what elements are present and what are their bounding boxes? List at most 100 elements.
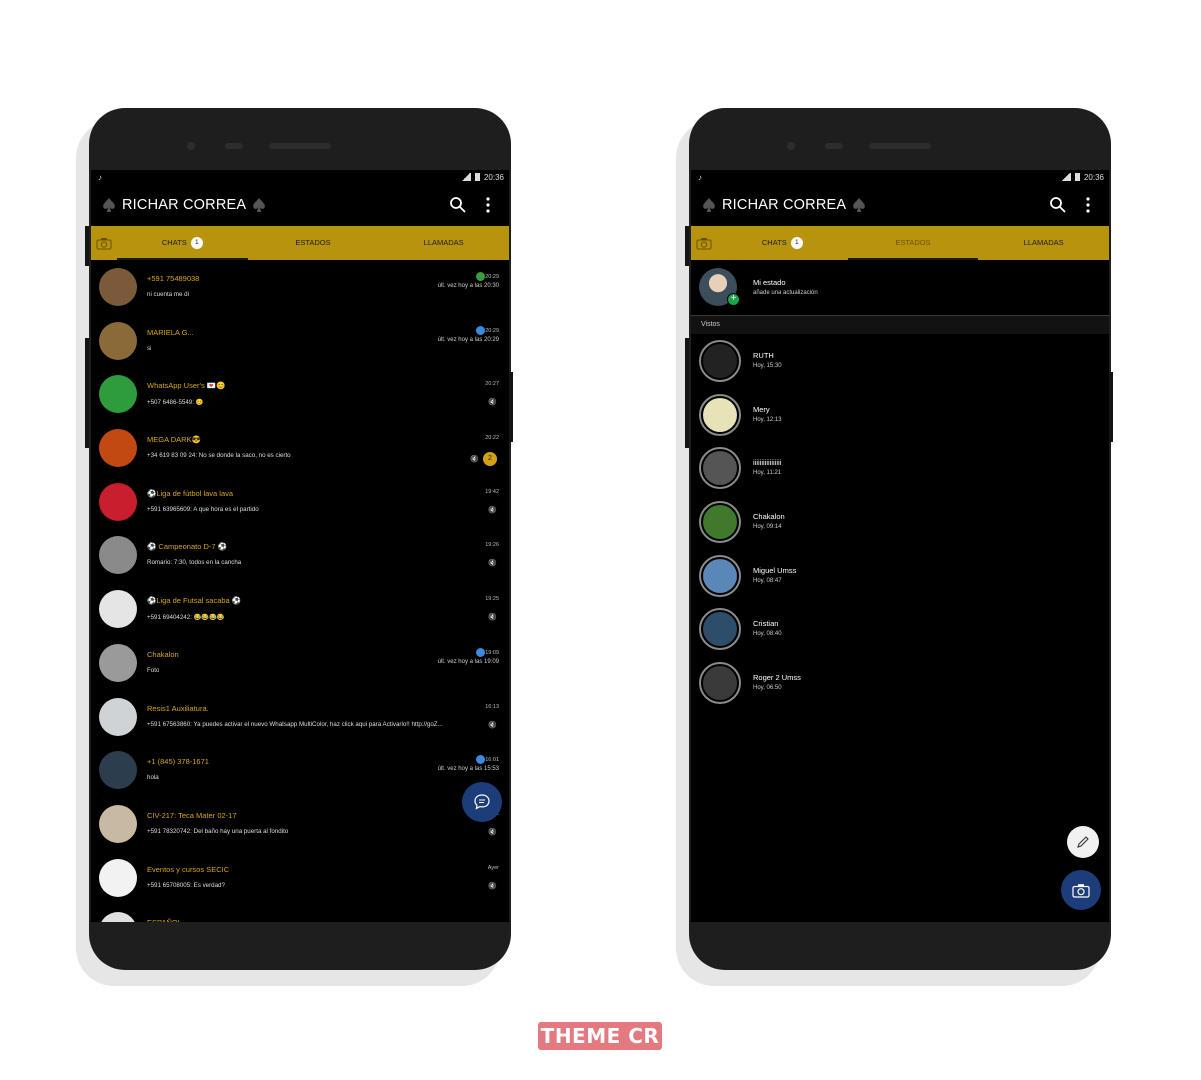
tab-estados[interactable]: ESTADOS	[847, 226, 979, 260]
status-contact-name: Mery	[753, 404, 770, 414]
chat-row[interactable]: MEGA DARK😎 +34 619 83 09 24: No se donde …	[91, 421, 509, 475]
earpiece-speaker	[269, 143, 331, 149]
tab-llamadas[interactable]: LLAMADAS	[378, 226, 509, 260]
new-chat-button[interactable]	[462, 782, 502, 822]
chat-row[interactable]: CIV-217: Teca Mater 02-17 +591 78320742: …	[91, 797, 509, 851]
chat-side-indicators: 🔇	[488, 721, 497, 729]
status-row[interactable]: Chakalon Hoy, 09:14	[691, 495, 1109, 549]
app-bar: RICHAR CORREA	[691, 184, 1109, 226]
online-indicator-icon	[476, 325, 485, 335]
chat-time: 16:13	[485, 703, 499, 710]
chat-row[interactable]: Resis1 Auxiliatura. +591 67563860: Ya pue…	[91, 690, 509, 744]
battery-icon	[474, 173, 480, 181]
tab-estados-label: ESTADOS	[895, 238, 931, 247]
chat-last-message: +507 6486-5549: 😊	[147, 399, 204, 407]
chat-row[interactable]: Eventos y cursos SECIC +591 65708005: Es …	[91, 851, 509, 905]
camera-status-button[interactable]	[1061, 870, 1101, 910]
avatar[interactable]	[99, 804, 137, 843]
muted-icon: 🔇	[488, 399, 497, 407]
chat-name: +1 (845) 378-1671	[147, 757, 209, 767]
volume-button	[85, 226, 89, 266]
chat-row[interactable]: ⚽Liga de Futsal sacaba ⚽ +591 69404242: 😂…	[91, 582, 509, 636]
chat-row[interactable]: WhatsApp User's 💌😊 +507 6486-5549: 😊 20:27…	[91, 367, 509, 421]
chat-list: +591 75489038 ni cuenta me di 20:29 últ. ve…	[91, 260, 509, 922]
side-button	[509, 372, 513, 442]
avatar[interactable]	[99, 912, 137, 922]
muted-icon: 🔇	[470, 456, 479, 464]
status-thumbnail	[703, 612, 737, 647]
chat-row[interactable]: ⚽ Campeonato D-7 ⚽ Romario: 7:30, todos e…	[91, 528, 509, 582]
camera-tab-icon[interactable]	[691, 237, 717, 250]
more-options-icon[interactable]	[475, 192, 501, 218]
avatar[interactable]	[99, 321, 137, 360]
more-options-icon[interactable]	[1075, 192, 1101, 218]
avatar[interactable]	[99, 536, 137, 575]
spade-icon	[703, 198, 715, 212]
status-row[interactable]: Mery Hoy, 12:13	[691, 388, 1109, 442]
status-bar: ♪ 20:36	[691, 170, 1109, 184]
chat-last-message: +591 78320742: Del baño hay una puerta a…	[147, 827, 289, 835]
tab-chats[interactable]: CHATS 1	[117, 226, 248, 260]
chat-time: 16:01	[485, 757, 499, 764]
tab-chats[interactable]: CHATS 1	[717, 226, 848, 260]
my-status-row[interactable]: + Mi estado añade una actualización	[691, 260, 1109, 316]
status-thumbnail	[703, 558, 737, 593]
muted-icon: 🔇	[488, 560, 497, 568]
camera-icon	[1072, 883, 1090, 898]
last-seen: últ. vez hoy a las 20:29	[437, 336, 499, 343]
chat-last-message: +591 65708005: Es verdad?	[147, 881, 225, 889]
status-row[interactable]: Cristian Hoy, 08:40	[691, 602, 1109, 656]
tab-estados[interactable]: ESTADOS	[248, 226, 379, 260]
chat-time: 20:27	[485, 381, 499, 388]
avatar[interactable]	[99, 482, 137, 521]
tab-llamadas[interactable]: LLAMADAS	[978, 226, 1109, 260]
tab-bar: CHATS 1 ESTADOS LLAMADAS	[691, 226, 1109, 260]
spade-icon	[253, 198, 266, 212]
chat-bubble-icon	[474, 794, 490, 810]
status-time: Hoy, 12:13	[753, 416, 782, 423]
online-indicator-icon	[476, 647, 485, 657]
avatar[interactable]	[99, 375, 137, 414]
chat-last-message: si	[147, 344, 152, 352]
search-icon[interactable]	[1045, 192, 1071, 218]
avatar[interactable]	[99, 268, 137, 306]
avatar[interactable]	[99, 697, 137, 736]
chat-row[interactable]: +1 (845) 378-1671 hola 16:01 últ. vez hoy a…	[91, 743, 509, 797]
status-row[interactable]: Roger 2 Umss Hoy, 06:50	[691, 656, 1109, 710]
avatar[interactable]	[99, 429, 137, 468]
chat-name: WhatsApp User's 💌😊	[147, 381, 226, 391]
muted-icon: 🔇	[488, 614, 497, 622]
chat-side-indicators: 🔇	[488, 506, 497, 514]
chat-name: MEGA DARK😎	[147, 435, 201, 445]
avatar[interactable]	[99, 643, 137, 682]
status-thumbnail	[703, 397, 737, 432]
status-time: Hoy, 11:21	[753, 470, 782, 477]
chat-row[interactable]: Chakalon Foto 19:09 últ. vez hoy a las 19:0…	[91, 636, 509, 690]
avatar[interactable]	[99, 858, 137, 897]
front-camera	[787, 142, 795, 150]
chat-time: 20:29	[485, 327, 499, 334]
screen-estados: ♪ 20:36 RICHAR CORREA CHATS 1 ESTADOS LL…	[691, 170, 1109, 922]
app-title: RICHAR CORREA	[122, 197, 247, 213]
status-contact-name: RUTH	[753, 351, 774, 360]
chat-row[interactable]: MARIELA G... si 20:29 últ. vez hoy a las 20…	[91, 314, 509, 368]
add-status-icon[interactable]: +	[727, 293, 740, 306]
music-note-icon: ♪	[698, 172, 702, 182]
status-row[interactable]: Miguel Umss Hoy, 08:47	[691, 549, 1109, 603]
avatar[interactable]	[99, 751, 137, 790]
status-row[interactable]: RUTH Hoy, 15:30	[691, 334, 1109, 388]
tab-llamadas-label: LLAMADAS	[1023, 238, 1064, 247]
camera-tab-icon[interactable]	[91, 237, 117, 250]
text-status-button[interactable]	[1067, 826, 1099, 858]
signal-icon	[460, 173, 471, 181]
avatar[interactable]	[99, 590, 137, 629]
status-ring	[699, 662, 741, 705]
phone-top-bezel	[89, 108, 511, 170]
search-icon[interactable]	[445, 192, 471, 218]
status-time: Hoy, 09:14	[753, 524, 782, 531]
chat-row[interactable]: ⚽Liga de fútbol lava lava +591 63965609: …	[91, 475, 509, 529]
chat-row[interactable]: ESPAÑOL	[91, 904, 509, 922]
chat-row[interactable]: +591 75489038 ni cuenta me di 20:29 últ. ve…	[91, 260, 509, 314]
status-row[interactable]: iiiiiiiiiiiiiiiii Hoy, 11:21	[691, 441, 1109, 495]
tab-chats-label: CHATS	[161, 238, 187, 247]
